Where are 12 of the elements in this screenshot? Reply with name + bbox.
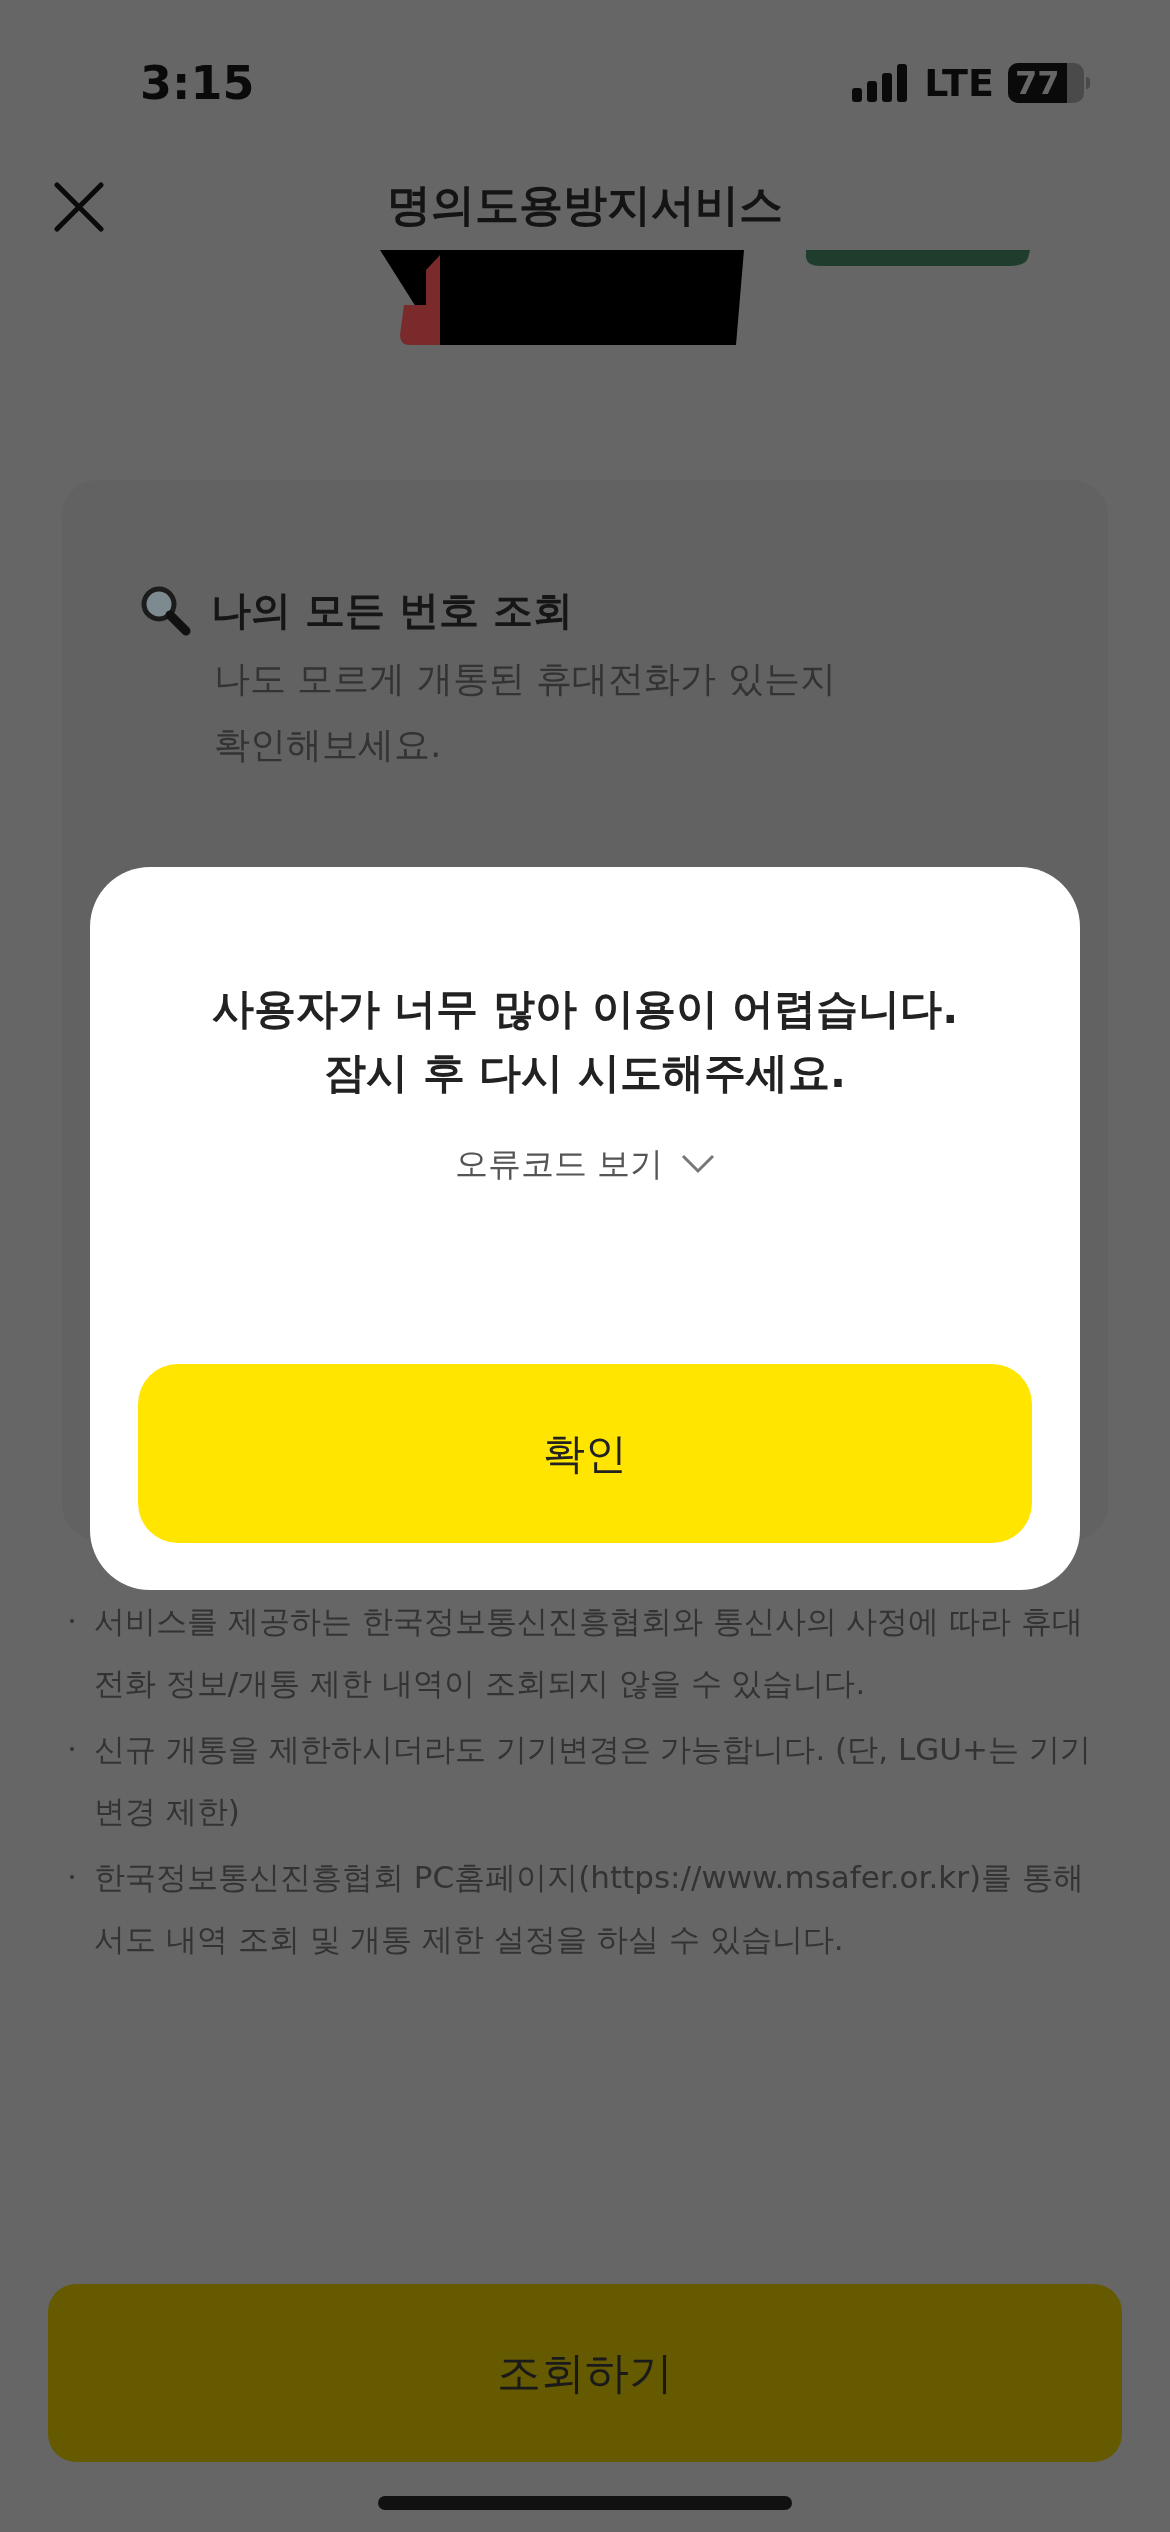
confirm-button[interactable]: 확인	[138, 1364, 1032, 1543]
status-time: 3:15	[140, 54, 255, 112]
card-title: 나의 모든 번호 조회	[211, 586, 573, 635]
close-icon[interactable]	[54, 182, 104, 232]
dialog-message: 잠시 후 다시 시도해주세요.	[324, 1047, 846, 1099]
magnifier-icon	[139, 584, 191, 636]
network-label: LTE	[924, 59, 994, 107]
chevron-icon	[681, 1153, 716, 1174]
page-title: 명의도용방지서비스	[387, 178, 783, 232]
dialog-message: 사용자가 너무 많아 이용이 어렵습니다.	[211, 983, 959, 1035]
battery-indicator: 77	[1008, 63, 1090, 103]
error-code-toggle[interactable]: 오류코드 보기	[454, 1139, 716, 1189]
